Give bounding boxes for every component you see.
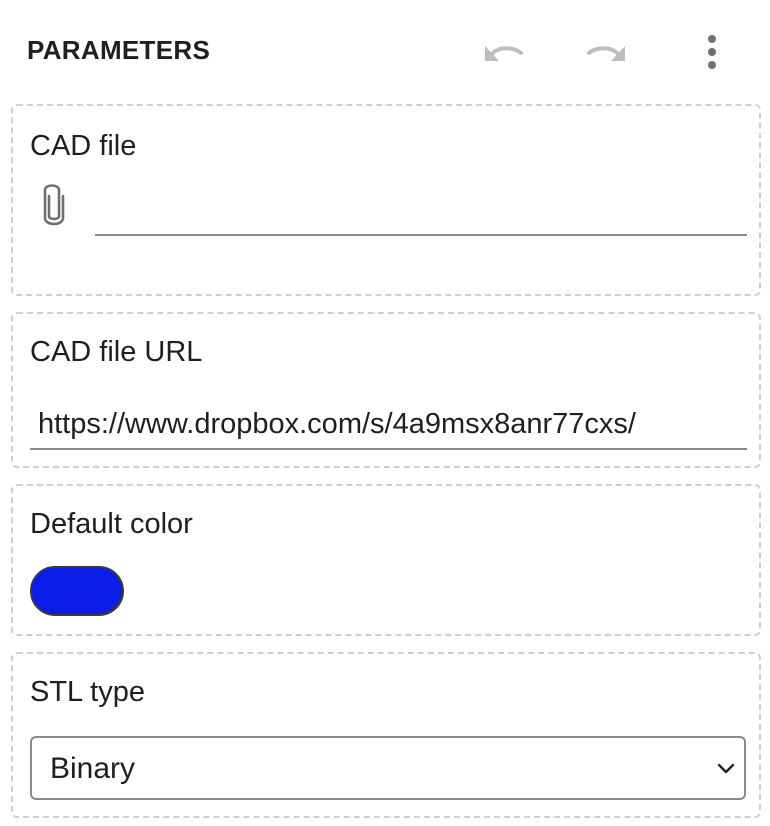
paperclip-icon <box>43 184 65 226</box>
panel-title: PARAMETERS <box>27 35 211 65</box>
stl-type-label: STL type <box>30 676 145 708</box>
undo-button[interactable] <box>479 28 527 76</box>
cad-file-url-parameter: CAD file URL <box>11 312 761 468</box>
undo-icon <box>485 46 523 61</box>
more-vertical-icon <box>708 35 716 69</box>
more-options-button[interactable] <box>688 28 736 76</box>
cad-file-url-label: CAD file URL <box>30 336 203 368</box>
stl-type-selected-value: Binary <box>50 752 136 785</box>
panel-header: PARAMETERS <box>0 0 770 100</box>
cad-file-parameter: CAD file <box>11 104 761 296</box>
redo-icon <box>587 46 625 61</box>
redo-button[interactable] <box>583 28 631 76</box>
cad-file-label: CAD file <box>30 130 137 162</box>
attach-file-button[interactable] <box>37 180 71 230</box>
stl-type-parameter: STL type Binary <box>11 652 761 818</box>
stl-type-select[interactable]: Binary <box>30 736 746 800</box>
cad-file-url-input[interactable] <box>30 400 747 450</box>
chevron-down-icon <box>717 763 735 774</box>
default-color-parameter: Default color <box>11 484 761 636</box>
parameters-panel: PARAMETERS CAD file CAD file URL https:/… <box>0 0 770 826</box>
color-swatch[interactable] <box>30 566 124 616</box>
default-color-label: Default color <box>30 508 193 540</box>
cad-file-field[interactable] <box>95 190 747 236</box>
